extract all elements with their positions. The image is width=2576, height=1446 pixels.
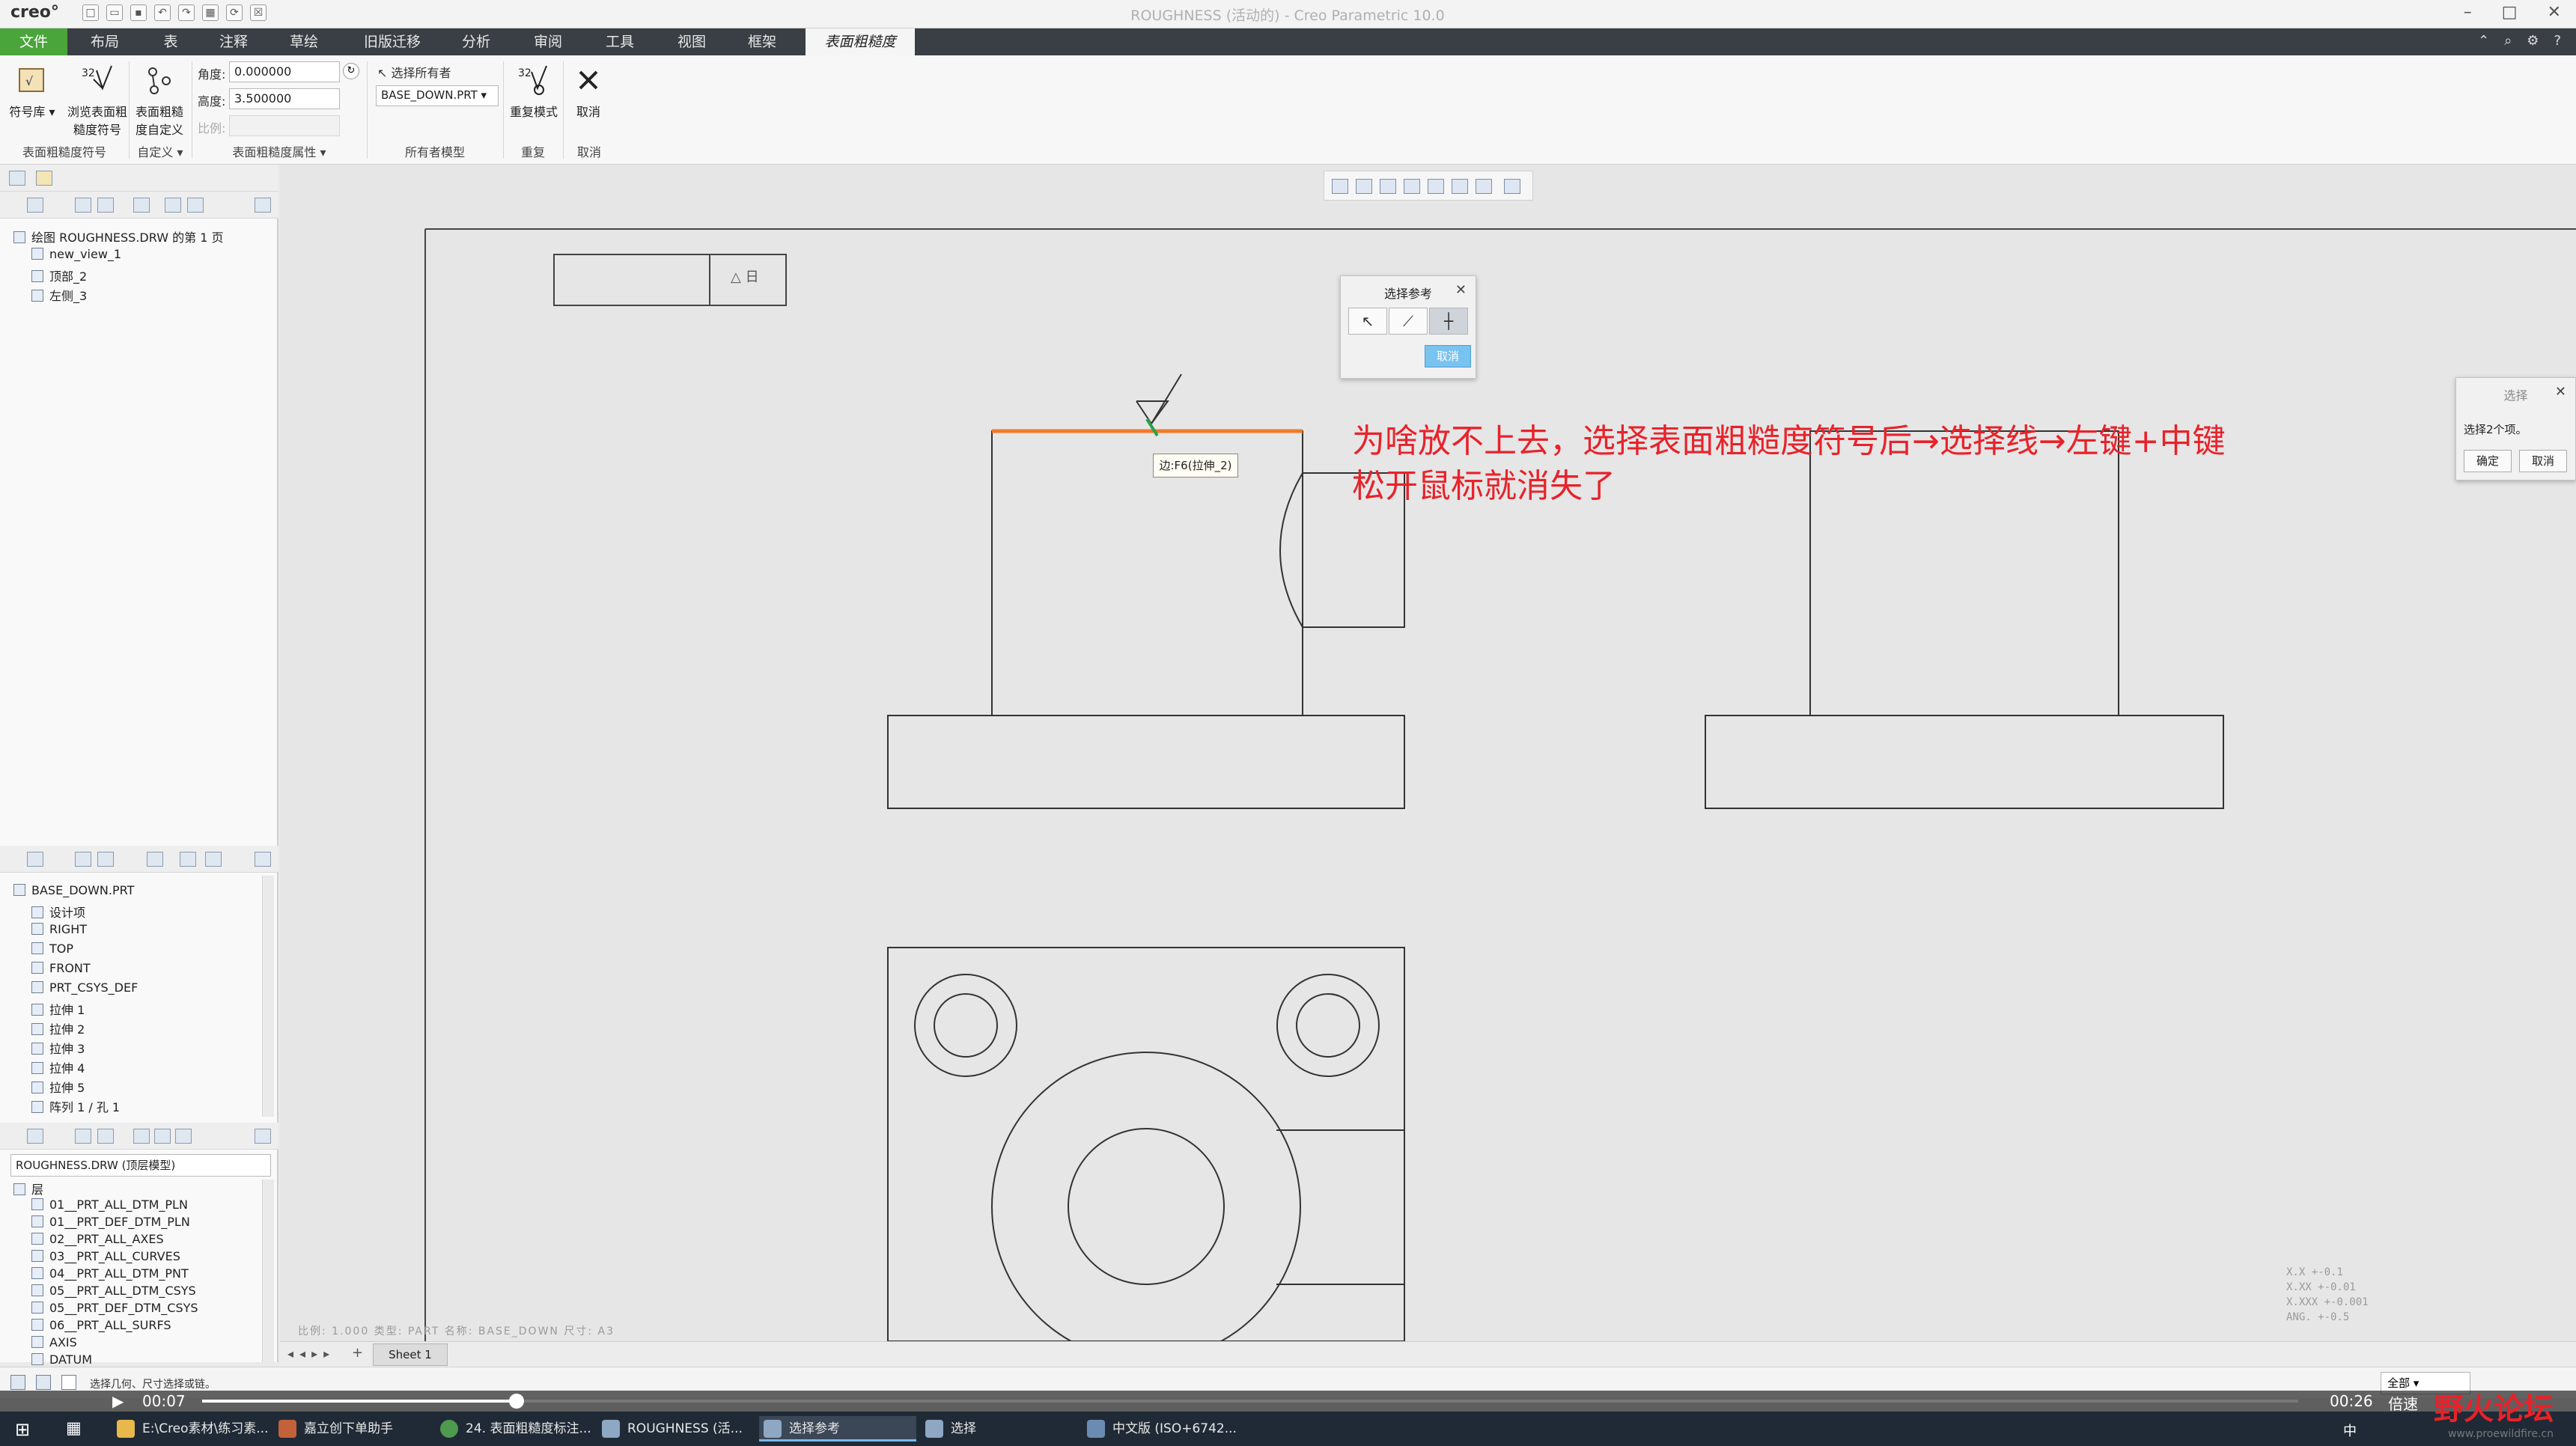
video-progress-knob[interactable] xyxy=(509,1394,524,1409)
taskbar-item[interactable]: 选择参考 xyxy=(759,1416,916,1442)
video-duration: 00:26 xyxy=(2330,1392,2373,1410)
video-current-time: 00:07 xyxy=(142,1392,186,1410)
calculator-icon[interactable]: ▦ xyxy=(66,1419,82,1438)
pointer-icon: ↖ xyxy=(1361,312,1374,330)
video-player-bar: ▶ 00:07 00:26 倍速 xyxy=(0,1391,2576,1414)
select-line-button[interactable]: ⟋ xyxy=(1389,308,1428,335)
sheet-bar: ◂◂▸▸ + Sheet 1 xyxy=(280,1341,2576,1367)
taskbar-item[interactable]: 嘉立创下单助手 xyxy=(274,1416,431,1442)
fullscreen-icon[interactable] xyxy=(61,1375,76,1390)
dialog-cancel-button[interactable]: 取消 xyxy=(2519,450,2567,472)
status-message: 选择几何、尺寸选择或链。 xyxy=(90,1379,216,1391)
tolerance-table: X.X +-0.1 X.XX +-0.01 X.XXX +-0.001 ANG.… xyxy=(2286,1266,2369,1323)
video-speed[interactable]: 倍速 xyxy=(2388,1392,2418,1414)
taskbar-item[interactable]: 24. 表面粗糙度标注... xyxy=(436,1416,593,1442)
folder-icon xyxy=(117,1420,135,1438)
taskbar-item[interactable]: 中文版 (ISO+6742... xyxy=(1083,1416,1240,1442)
navigator-toggle-icon[interactable] xyxy=(10,1375,25,1390)
close-icon[interactable]: ✕ xyxy=(1455,282,1467,298)
play-icon[interactable]: ▶ xyxy=(112,1392,124,1410)
edge-tooltip: 边:F6(拉伸_2) xyxy=(1153,454,1238,478)
ime-icon[interactable]: 中 xyxy=(2343,1421,2357,1440)
video-progress-fill xyxy=(202,1400,517,1403)
select-entity-button[interactable]: ↖ xyxy=(1348,308,1387,335)
pdf-icon xyxy=(1087,1420,1105,1438)
sheet-tab[interactable]: Sheet 1 xyxy=(373,1343,448,1366)
taskbar: ⊞ ▦ E:\Creo素材\练习素... 嘉立创下单助手 24. 表面粗糙度标注… xyxy=(0,1412,2576,1446)
front-view-base[interactable] xyxy=(887,715,1405,809)
select-dialog: 选择 ✕ 选择2个项。 确定 取消 xyxy=(2455,377,2576,481)
select-message: 选择2个项。 xyxy=(2464,423,2527,436)
dialog-ok-button[interactable]: 确定 xyxy=(2464,450,2512,472)
chrome-icon xyxy=(440,1420,458,1438)
app-icon xyxy=(278,1420,296,1438)
video-progress[interactable] xyxy=(202,1394,2298,1409)
line-icon: ⟋ xyxy=(1403,312,1413,330)
user-annotation: 为啥放不上去，选择表面粗糙度符号后→选择线→左键+中键 松开鼠标就消失了 xyxy=(1352,422,2226,505)
select-point-button[interactable]: ┼ xyxy=(1429,308,1468,335)
browser-toggle-icon[interactable] xyxy=(36,1375,51,1390)
taskbar-item[interactable]: E:\Creo素材\练习素... xyxy=(112,1416,270,1442)
drawing-sheet xyxy=(424,228,2576,1361)
dialog-cancel-button[interactable]: 取消 xyxy=(1425,345,1471,367)
add-sheet-icon[interactable]: + xyxy=(352,1345,363,1361)
title-block-top-symbol: △ 日 xyxy=(731,269,759,285)
sheet-nav-icon[interactable]: ◂◂▸▸ xyxy=(287,1346,335,1361)
creo-icon xyxy=(764,1420,782,1438)
creo-window: creo° □ ▭ ▪ ↶ ↷ ▦ ⟳ ☒ ROUGHNESS (活动的) - … xyxy=(0,0,2576,1446)
creo-icon xyxy=(925,1420,943,1438)
title-block-text: 比例: 1.000 类型: PART 名称: BASE_DOWN 尺寸: A3 xyxy=(298,1326,615,1337)
crosshair-icon: ┼ xyxy=(1443,312,1454,330)
taskbar-item[interactable]: 选择 xyxy=(921,1416,1078,1442)
front-view-body[interactable] xyxy=(991,430,1303,716)
top-view-body[interactable] xyxy=(887,947,1405,1342)
taskbar-item[interactable]: ROUGHNESS (活... xyxy=(597,1416,755,1442)
close-icon[interactable]: ✕ xyxy=(2555,384,2566,400)
select-reference-dialog: 选择参考 ✕ ↖ ⟋ ┼ 取消 xyxy=(1340,275,1476,379)
forum-watermark-logo: 野火论坛 www.proewildfire.cn xyxy=(2434,1392,2554,1440)
side-view-base[interactable] xyxy=(1705,715,2224,809)
windows-start-icon[interactable]: ⊞ xyxy=(15,1419,30,1440)
creo-icon xyxy=(602,1420,620,1438)
